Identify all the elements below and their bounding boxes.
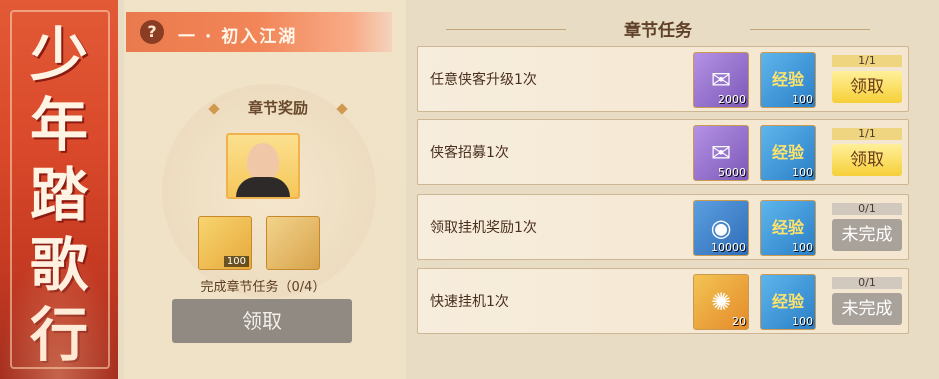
exp-icon[interactable]: 经验 100 <box>760 52 816 108</box>
chapter-banner: 少 年 踏 歌 行 <box>0 0 118 379</box>
banner-title-char: 行 <box>29 301 88 369</box>
task-row: 领取挂机奖励1次 ◉ 10000 经验 100 0/1 未完成 <box>417 194 909 260</box>
portrait-body <box>236 177 290 197</box>
task-row: 任意侠客升级1次 ✉ 2000 经验 100 1/1 领取 <box>417 46 909 112</box>
hero-portrait[interactable] <box>226 133 300 199</box>
chapter-progress-label: 完成章节任务（0/4） <box>200 280 326 295</box>
task-progress: 1/1 <box>832 55 902 67</box>
exp-icon[interactable]: 经验 100 <box>760 200 816 256</box>
item-qty: 100 <box>792 315 813 328</box>
task-label: 领取挂机奖励1次 <box>430 220 537 236</box>
claim-button[interactable]: 领取 <box>832 144 902 176</box>
incomplete-button[interactable]: 未完成 <box>832 293 902 325</box>
task-label: 任意侠客升级1次 <box>430 72 537 88</box>
task-row: 快速挂机1次 ✺ 20 经验 100 0/1 未完成 <box>417 268 909 334</box>
item-qty: 5000 <box>718 166 746 179</box>
task-progress: 1/1 <box>832 128 902 140</box>
task-row: 侠客招募1次 ✉ 5000 经验 100 1/1 领取 <box>417 119 909 185</box>
task-label: 快速挂机1次 <box>430 294 509 310</box>
item-qty: 10000 <box>711 241 746 254</box>
gold-ingot-icon[interactable]: 100 <box>198 216 252 270</box>
banner-title: 少 年 踏 歌 行 <box>6 20 112 370</box>
help-icon[interactable]: ? <box>140 20 164 44</box>
item-qty: 2000 <box>718 93 746 106</box>
banner-title-char: 少 <box>29 21 88 89</box>
item-qty: 100 <box>792 166 813 179</box>
exp-icon[interactable]: 经验 100 <box>760 125 816 181</box>
item-qty: 100 <box>792 241 813 254</box>
task-progress: 0/1 <box>832 277 902 289</box>
exp-icon[interactable]: 经验 100 <box>760 274 816 330</box>
fire-orb-icon[interactable]: ✺ 20 <box>693 274 749 330</box>
scroll-icon[interactable]: ✉ 5000 <box>693 125 749 181</box>
task-progress: 0/1 <box>832 203 902 215</box>
chapter-title: 一 · 初入江湖 <box>178 27 298 47</box>
chapter-reward-title: 章节奖励 <box>218 97 338 118</box>
item-qty: 100 <box>792 93 813 106</box>
money-bag-icon[interactable] <box>266 216 320 270</box>
portrait-head <box>247 143 279 181</box>
claim-button[interactable]: 领取 <box>832 71 902 103</box>
incomplete-button[interactable]: 未完成 <box>832 219 902 251</box>
claim-chapter-reward-button[interactable]: 领取 <box>172 299 352 343</box>
tasks-title: 章节任务 <box>408 16 908 41</box>
banner-title-char: 年 <box>29 91 88 159</box>
banner-title-char: 踏 <box>29 161 88 229</box>
coin-icon[interactable]: ◉ 10000 <box>693 200 749 256</box>
item-qty: 20 <box>732 315 746 328</box>
banner-title-char: 歌 <box>29 231 88 299</box>
task-label: 侠客招募1次 <box>430 145 509 161</box>
scroll-icon[interactable]: ✉ 2000 <box>693 52 749 108</box>
reward-qty: 100 <box>223 256 249 267</box>
